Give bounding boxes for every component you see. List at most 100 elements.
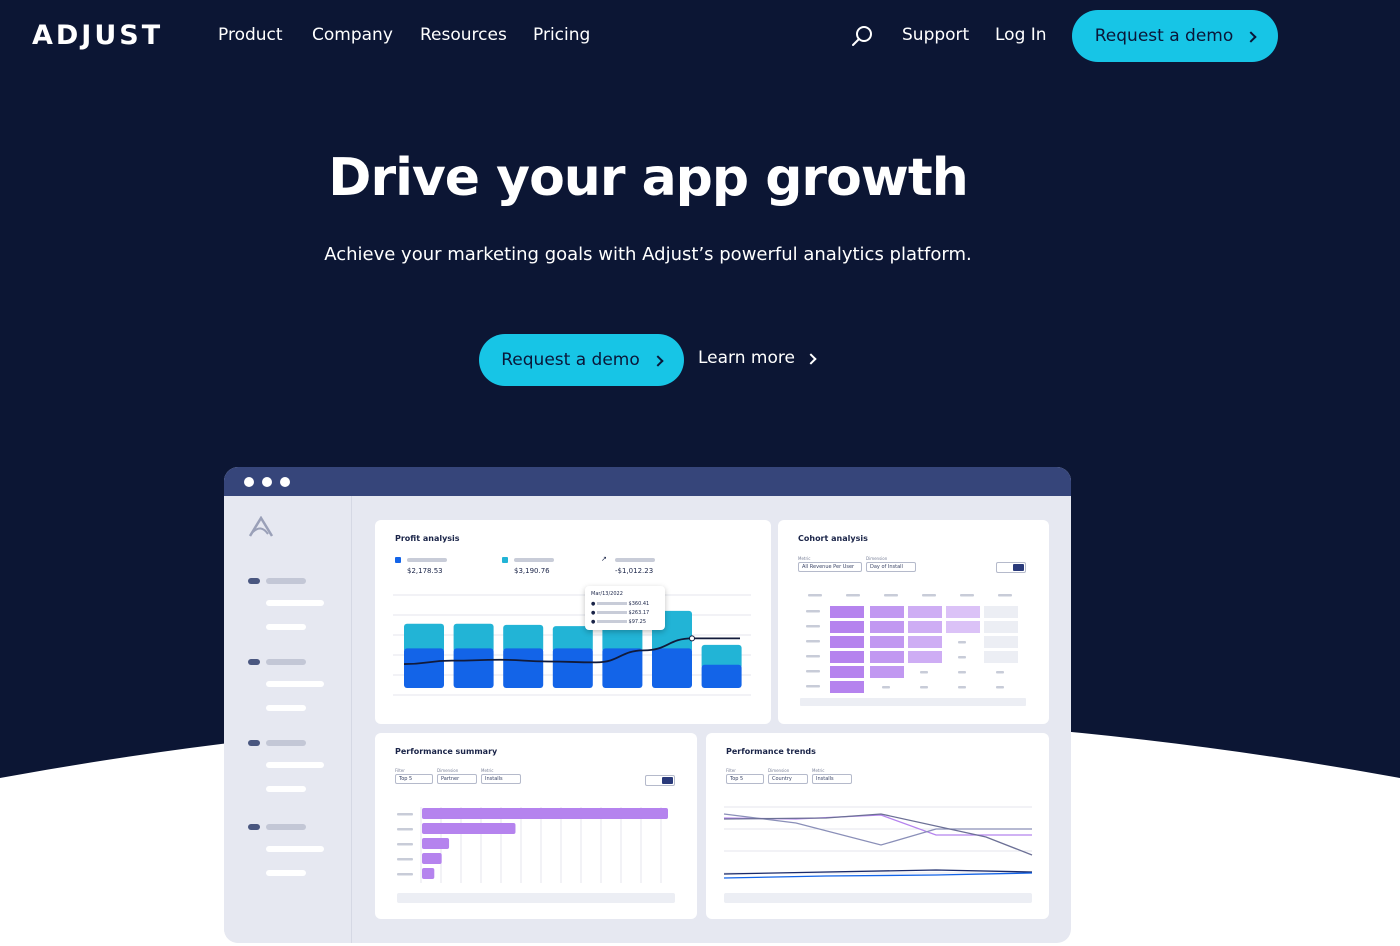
nav-request-demo-button[interactable]: Request a demo — [1072, 10, 1278, 62]
header-dash — [846, 594, 860, 597]
sidebar-line — [266, 681, 324, 687]
search-icon[interactable] — [850, 24, 874, 48]
tooltip-value-1: $360.41 — [628, 601, 650, 607]
bar-top — [453, 623, 494, 653]
empty-dash — [958, 656, 966, 659]
sidebar-line — [266, 786, 306, 792]
dashboard-preview: Profit analysis $2,178.53 $3,190.76 ↗ -$… — [224, 467, 1071, 943]
nav-resources[interactable]: Resources — [420, 25, 507, 45]
heat-cell — [870, 606, 904, 618]
summary-bar — [422, 838, 450, 849]
heat-cell — [908, 651, 942, 663]
request-demo-button[interactable]: Request a demo — [479, 334, 684, 386]
heat-cell — [830, 636, 864, 648]
heat-cell — [830, 606, 864, 618]
request-demo-label: Request a demo — [501, 350, 640, 370]
empty-dash — [882, 686, 890, 689]
window-titlebar — [224, 467, 1071, 496]
tooltip-date: Mar/13/2022 — [591, 591, 623, 597]
bar-label — [397, 873, 413, 876]
nav-product[interactable]: Product — [218, 25, 283, 45]
chevron-right-icon — [652, 354, 664, 367]
sidebar-line — [266, 600, 324, 606]
sidebar-line — [266, 870, 306, 876]
heat-cell — [908, 621, 942, 633]
window-dot — [280, 477, 290, 487]
row-label — [806, 625, 820, 628]
header-dash — [922, 594, 936, 597]
top-navigation: ADJUST Product Company Resources Pricing… — [0, 0, 1400, 72]
performance-trends-card: Performance trends Filter Top 5 Dimensio… — [706, 733, 1049, 919]
heat-cell — [830, 666, 864, 678]
row-label — [806, 610, 820, 613]
line-marker — [689, 635, 695, 642]
bar-top — [503, 624, 544, 653]
summary-bar-chart — [397, 807, 675, 903]
window-dot — [262, 477, 272, 487]
nav-login[interactable]: Log In — [995, 25, 1047, 45]
sidebar-line — [266, 846, 324, 852]
tooltip-value-3: $97.25 — [628, 619, 647, 625]
adjust-logo[interactable]: ADJUST — [32, 20, 163, 51]
row-label — [806, 685, 820, 688]
empty-dash — [958, 671, 966, 674]
header-dash — [960, 594, 974, 597]
bar-bottom — [552, 648, 593, 688]
sidebar-line — [266, 659, 306, 665]
sidebar-bullet — [248, 824, 260, 830]
window-dot — [244, 477, 254, 487]
bar-bottom — [652, 648, 692, 688]
empty-dash — [958, 686, 966, 689]
row-label — [806, 670, 820, 673]
performance-summary-card: Performance summary Filter Top 5 Dimensi… — [375, 733, 697, 919]
chevron-right-icon — [805, 352, 817, 365]
tooltip-row: ● $263.17 — [591, 610, 650, 616]
bar-top — [404, 623, 444, 653]
legend-row — [397, 893, 675, 903]
sidebar-line — [266, 762, 324, 768]
nav-support[interactable]: Support — [902, 25, 969, 45]
sidebar-bullet — [248, 740, 260, 746]
learn-more-link[interactable]: Learn more — [698, 348, 817, 368]
row-label — [806, 640, 820, 643]
heat-cell — [870, 666, 904, 678]
profit-chart — [393, 594, 751, 696]
bar-label — [397, 813, 413, 816]
heat-cell — [830, 651, 864, 663]
summary-bar — [422, 868, 435, 879]
heat-cell-empty — [984, 636, 1018, 648]
sidebar-line — [266, 740, 306, 746]
heat-cell — [830, 621, 864, 633]
tooltip-row: ● $360.41 — [591, 601, 650, 607]
dashboard-sidebar — [224, 496, 352, 943]
trend-line — [723, 872, 1033, 879]
nav-company[interactable]: Company — [312, 25, 393, 45]
heat-cell — [870, 636, 904, 648]
sidebar-line — [266, 824, 306, 830]
heat-cell — [908, 606, 942, 618]
bar-bottom — [503, 648, 544, 688]
heat-cell — [830, 681, 864, 693]
bar-bottom — [404, 648, 444, 688]
trends-line-chart — [723, 806, 1033, 903]
chart-tooltip: Mar/13/2022 ● $360.41 ● $263.17 ● $97.25 — [585, 586, 665, 630]
footer-row — [800, 698, 1026, 706]
heat-cell-empty — [984, 621, 1018, 633]
empty-dash — [920, 671, 928, 674]
tooltip-value-2: $263.17 — [628, 610, 650, 616]
bar-label — [397, 843, 413, 846]
header-dash — [998, 594, 1012, 597]
hero-section: ADJUST Product Company Resources Pricing… — [0, 0, 1400, 946]
empty-dash — [920, 686, 928, 689]
bar-label — [397, 858, 413, 861]
hero-headline: Drive your app growth — [328, 148, 968, 208]
profit-analysis-card: Profit analysis $2,178.53 $3,190.76 ↗ -$… — [375, 520, 771, 724]
nav-pricing[interactable]: Pricing — [533, 25, 590, 45]
summary-bar — [422, 823, 516, 834]
empty-dash — [958, 641, 966, 644]
heat-cell-empty — [984, 651, 1018, 663]
cohort-analysis-card: Cohort analysis Metric All Revenue Per U… — [778, 520, 1049, 724]
heat-cell — [908, 636, 942, 648]
summary-bar — [422, 808, 668, 819]
legend-row — [724, 893, 1032, 903]
